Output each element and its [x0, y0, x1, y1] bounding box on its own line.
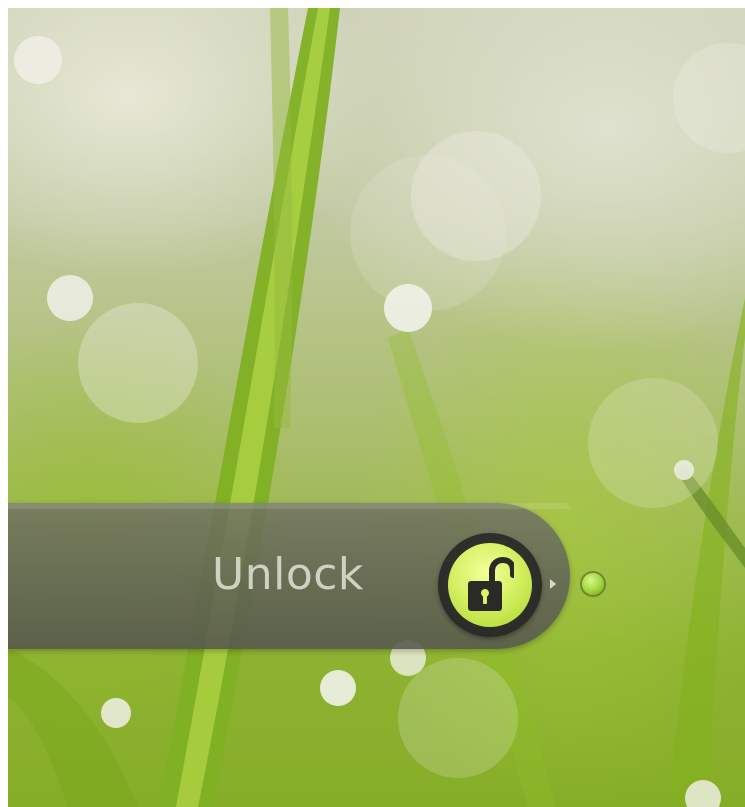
lock-screen: Unlock [8, 8, 745, 807]
target-dot-icon[interactable] [582, 573, 604, 595]
unlock-handle-face [448, 543, 532, 627]
unlock-label: Unlock [212, 549, 364, 600]
chevron-right-icon [550, 579, 556, 589]
unlock-slider[interactable]: Unlock [8, 503, 570, 649]
wallpaper-grass-dewdrops [8, 8, 745, 807]
unlock-handle[interactable] [438, 533, 542, 637]
unlock-padlock-icon [468, 557, 514, 611]
